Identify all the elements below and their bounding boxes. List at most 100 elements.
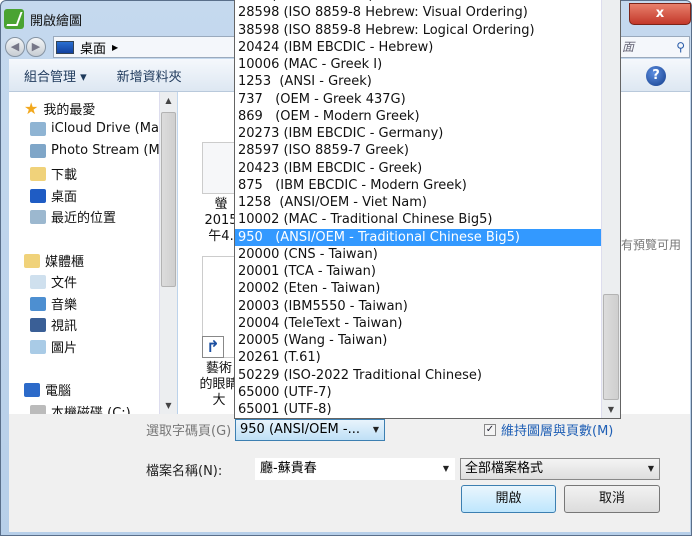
codepage-option[interactable]: 10002 (MAC - Traditional Chinese Big5) bbox=[235, 211, 620, 228]
filename-input[interactable]: 廳-蘇貴春 ▼ bbox=[255, 458, 455, 480]
codepage-option[interactable]: 10006 (MAC - Greek I) bbox=[235, 56, 620, 73]
codepage-option[interactable]: 20004 (TeleText - Taiwan) bbox=[235, 315, 620, 332]
scroll-down-icon[interactable]: ▼ bbox=[602, 405, 620, 414]
help-icon[interactable]: ? bbox=[646, 66, 666, 86]
nav-label: 圖片 bbox=[51, 341, 78, 356]
codepage-option[interactable]: 20002 (Eten - Taiwan) bbox=[235, 280, 620, 297]
title-bar: 開啟繪圖 bbox=[4, 7, 82, 31]
codepage-option[interactable]: 20261 (T.61) bbox=[235, 349, 620, 366]
nav-label: 媒體櫃 bbox=[45, 255, 85, 270]
nav-item-videos[interactable]: 視訊 bbox=[30, 315, 77, 334]
library-icon bbox=[24, 253, 40, 268]
camera-folder-icon bbox=[30, 143, 46, 158]
filename-value: 廳-蘇貴春 bbox=[260, 461, 317, 476]
search-placeholder: 面 bbox=[622, 40, 635, 54]
desktop-icon bbox=[56, 40, 74, 54]
codepage-option[interactable]: 20005 (Wang - Taiwan) bbox=[235, 332, 620, 349]
nav-favorites[interactable]: ★ 我的最愛 bbox=[24, 99, 95, 118]
nav-item-photo-stream[interactable]: Photo Stream (Mac) bbox=[30, 143, 159, 158]
computer-icon bbox=[24, 382, 40, 397]
keep-layers-checkbox[interactable]: ✓ 維持圖層與頁數(M) bbox=[484, 420, 613, 439]
music-icon bbox=[30, 296, 46, 311]
nav-label: 下載 bbox=[51, 168, 78, 183]
pictures-icon bbox=[30, 339, 46, 354]
nav-item-drive-c[interactable]: 本機磁碟 (C:) bbox=[30, 402, 131, 414]
codepage-option[interactable]: 1258 (ANSI/OEM - Viet Nam) bbox=[235, 194, 620, 211]
cloud-folder-icon bbox=[30, 121, 46, 136]
codepage-option[interactable]: 1253 (ANSI - Greek) bbox=[235, 73, 620, 90]
codepage-option[interactable]: 737 (OEM - Greek 437G) bbox=[235, 91, 620, 108]
checkbox-checked-icon[interactable]: ✓ bbox=[484, 423, 496, 436]
nav-item-icloud[interactable]: iCloud Drive (Mac) bbox=[30, 121, 159, 136]
shortcut-name[interactable]: 藝術 的眼睛大 bbox=[199, 361, 239, 409]
codepage-option[interactable]: 28597 (ISO 8859-7 Greek) bbox=[235, 142, 620, 159]
nav-item-documents[interactable]: 文件 bbox=[30, 272, 77, 291]
nav-item-desktop[interactable]: 桌面 bbox=[30, 186, 77, 205]
address-location: 桌面 bbox=[80, 41, 107, 57]
nav-scroll-thumb[interactable] bbox=[161, 112, 176, 287]
codepage-label: 選取字碼頁(G) bbox=[146, 424, 232, 439]
codepage-option[interactable]: 20001 (TCA - Taiwan) bbox=[235, 263, 620, 280]
organize-button[interactable]: 組合管理 ▾ bbox=[24, 66, 87, 85]
scroll-down-icon[interactable]: ▼ bbox=[160, 401, 177, 410]
codepage-option[interactable]: 20273 (IBM EBCDIC - Germany) bbox=[235, 125, 620, 142]
navigation-pane: ★ 我的最愛 iCloud Drive (Mac) Photo Stream (M… bbox=[9, 92, 159, 414]
search-icon[interactable]: ⚲ bbox=[676, 37, 685, 57]
close-button[interactable]: x bbox=[629, 3, 691, 25]
codepage-option[interactable]: 65000 (UTF-7) bbox=[235, 384, 620, 401]
back-button[interactable]: ◀ bbox=[5, 37, 25, 57]
nav-label: 本機磁碟 (C:) bbox=[51, 406, 131, 414]
nav-item-downloads[interactable]: 下載 bbox=[30, 164, 77, 183]
file-name-line: 藝術 bbox=[205, 361, 232, 376]
preview-message: 有預覽可用 bbox=[621, 238, 682, 252]
video-icon bbox=[30, 317, 46, 332]
codepage-option[interactable]: 38598 (ISO 8859-8 Hebrew: Logical Orderi… bbox=[235, 22, 620, 39]
list-scrollbar[interactable]: ▼ bbox=[601, 0, 620, 418]
chevron-down-icon: ▼ bbox=[647, 464, 654, 473]
codepage-option[interactable]: 50229 (ISO-2022 Traditional Chinese) bbox=[235, 367, 620, 384]
nav-item-music[interactable]: 音樂 bbox=[30, 294, 77, 313]
codepage-dropdown-list[interactable]: 862 (OEM - Hebrew)28598 (ISO 8859-8 Hebr… bbox=[234, 0, 621, 419]
recent-places-icon bbox=[30, 209, 46, 224]
breadcrumb-arrow-icon[interactable]: ▶ bbox=[112, 43, 118, 52]
shortcut-arrow-icon: ↱ bbox=[202, 336, 224, 358]
nav-label: 文件 bbox=[51, 276, 78, 291]
nav-label: 視訊 bbox=[51, 319, 78, 334]
new-folder-button[interactable]: 新增資料夾 bbox=[117, 66, 182, 85]
codepage-options: 862 (OEM - Hebrew)28598 (ISO 8859-8 Hebr… bbox=[235, 0, 620, 418]
codepage-option[interactable]: 65001 (UTF-8) bbox=[235, 401, 620, 418]
codepage-option[interactable]: 20003 (IBM5550 - Taiwan) bbox=[235, 298, 620, 315]
file-name-line: 的眼睛 bbox=[199, 377, 239, 392]
codepage-option[interactable]: 20424 (IBM EBCDIC - Hebrew) bbox=[235, 39, 620, 56]
codepage-option[interactable]: 20423 (IBM EBCDIC - Greek) bbox=[235, 160, 620, 177]
star-icon: ★ bbox=[24, 99, 39, 118]
nav-item-recent[interactable]: 最近的位置 bbox=[30, 207, 116, 226]
codepage-option[interactable]: 875 (IBM EBCDIC - Modern Greek) bbox=[235, 177, 620, 194]
nav-label: 我的最愛 bbox=[43, 103, 96, 118]
codepage-select[interactable]: 950 (ANSI/OEM -... ▼ bbox=[235, 419, 385, 441]
chevron-down-icon[interactable]: ▼ bbox=[443, 459, 449, 479]
nav-label: 最近的位置 bbox=[51, 211, 117, 226]
filetype-select[interactable]: 全部檔案格式 ▼ bbox=[460, 458, 660, 480]
scroll-up-icon[interactable]: ▲ bbox=[160, 96, 177, 105]
nav-item-pictures[interactable]: 圖片 bbox=[30, 337, 77, 356]
filetype-value: 全部檔案格式 bbox=[465, 461, 544, 476]
desktop-icon bbox=[30, 188, 46, 203]
nav-computer[interactable]: 電腦 bbox=[24, 380, 71, 399]
codepage-option[interactable]: 20000 (CNS - Taiwan) bbox=[235, 246, 620, 263]
nav-label: 電腦 bbox=[45, 384, 72, 399]
nav-label: Photo Stream (Mac) bbox=[51, 143, 159, 158]
app-logo-icon bbox=[4, 9, 24, 29]
nav-libraries[interactable]: 媒體櫃 bbox=[24, 251, 84, 270]
codepage-option[interactable]: 869 (OEM - Modern Greek) bbox=[235, 108, 620, 125]
codepage-option[interactable]: 28598 (ISO 8859-8 Hebrew: Visual Orderin… bbox=[235, 4, 620, 21]
forward-button[interactable]: ▶ bbox=[26, 37, 46, 57]
folder-icon bbox=[30, 166, 46, 181]
documents-icon bbox=[30, 274, 46, 289]
cancel-button[interactable]: 取消 bbox=[564, 485, 660, 513]
nav-scrollbar[interactable]: ▲ ▼ bbox=[159, 92, 177, 414]
list-scroll-thumb[interactable] bbox=[603, 294, 619, 400]
search-input[interactable]: 面 ⚲ bbox=[613, 36, 690, 58]
open-button[interactable]: 開啟 bbox=[461, 485, 556, 513]
codepage-option[interactable]: 950 (ANSI/OEM - Traditional Chinese Big5… bbox=[235, 228, 620, 246]
